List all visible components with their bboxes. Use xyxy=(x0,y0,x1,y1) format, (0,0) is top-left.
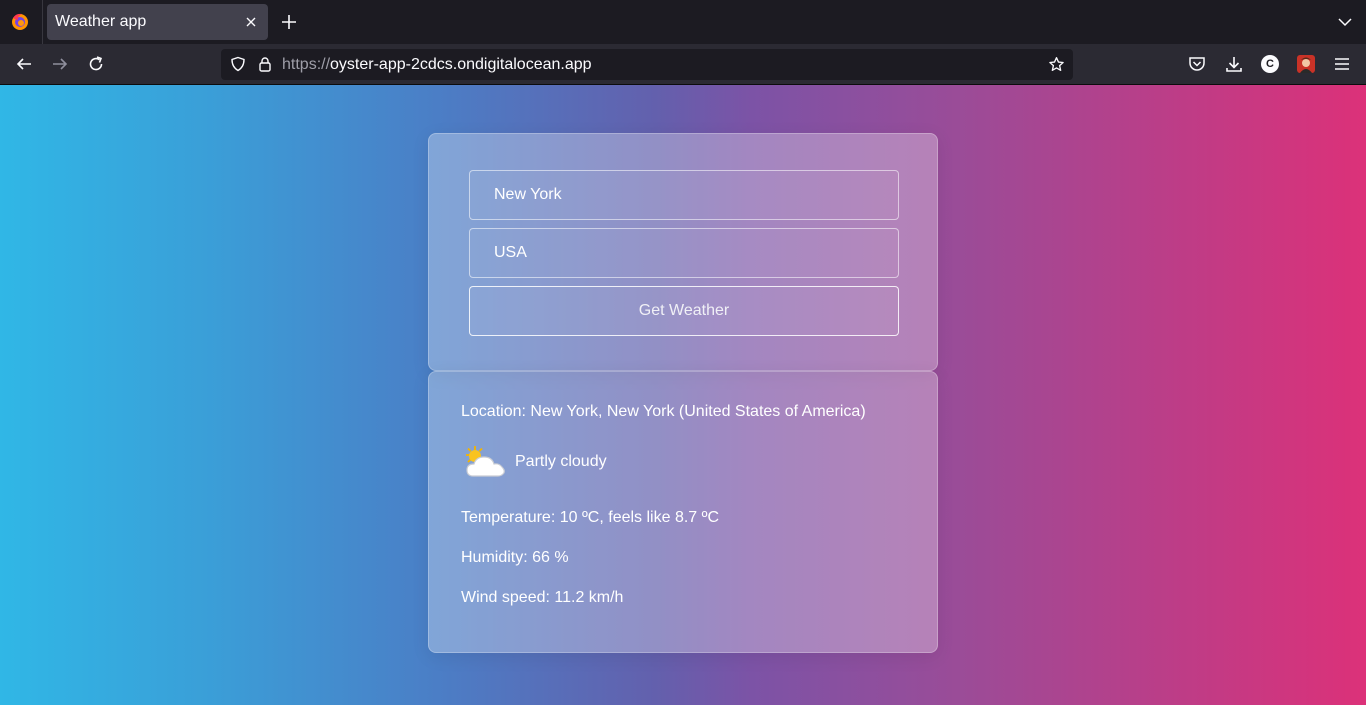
city-input[interactable] xyxy=(469,170,899,220)
firefox-logo-icon[interactable] xyxy=(10,12,30,32)
country-input[interactable] xyxy=(469,228,899,278)
tab-bar: Weather app xyxy=(0,0,1366,44)
url-text[interactable]: https://oyster-app-2cdcs.ondigitalocean.… xyxy=(282,56,592,74)
new-tab-icon[interactable] xyxy=(280,13,298,31)
weather-form-card: Get Weather xyxy=(428,133,938,371)
download-icon[interactable] xyxy=(1225,55,1243,73)
navigation-toolbar: https://oyster-app-2cdcs.ondigitalocean.… xyxy=(0,44,1366,85)
lock-icon[interactable] xyxy=(257,56,273,72)
extension-icon[interactable] xyxy=(1297,55,1315,73)
get-weather-button[interactable]: Get Weather xyxy=(469,286,899,336)
reload-icon[interactable] xyxy=(87,55,105,73)
forward-icon[interactable] xyxy=(51,55,69,73)
page-viewport: Get Weather Location: New York, New York… xyxy=(0,85,1366,705)
temperature-text: Temperature: 10 ºC, feels like 8.7 ºC xyxy=(461,509,720,526)
weather-result-card: Location: New York, New York (United Sta… xyxy=(428,371,938,653)
tab-weather-app[interactable]: Weather app xyxy=(47,4,268,40)
profile-avatar[interactable]: C xyxy=(1261,55,1279,73)
humidity-text: Humidity: 66 % xyxy=(461,549,569,566)
partly-cloudy-icon xyxy=(466,446,505,477)
wind-speed-text: Wind speed: 11.2 km/h xyxy=(461,589,624,606)
url-bar[interactable]: https://oyster-app-2cdcs.ondigitalocean.… xyxy=(221,49,1073,80)
close-tab-icon[interactable] xyxy=(244,15,258,29)
url-protocol: https:// xyxy=(282,56,331,73)
shield-icon[interactable] xyxy=(230,56,246,72)
tab-separator xyxy=(42,0,43,44)
chevron-down-icon[interactable] xyxy=(1338,15,1352,29)
pocket-icon[interactable] xyxy=(1188,55,1206,73)
menu-hamburger-icon[interactable] xyxy=(1333,55,1351,73)
condition-text: Partly cloudy xyxy=(515,453,607,470)
back-icon[interactable] xyxy=(15,55,33,73)
url-host: oyster-app-2cdcs.ondigitalocean.app xyxy=(330,56,592,73)
tab-title: Weather app xyxy=(55,13,147,30)
location-text: Location: New York, New York (United Sta… xyxy=(461,403,866,420)
bookmark-star-icon[interactable] xyxy=(1048,56,1065,73)
